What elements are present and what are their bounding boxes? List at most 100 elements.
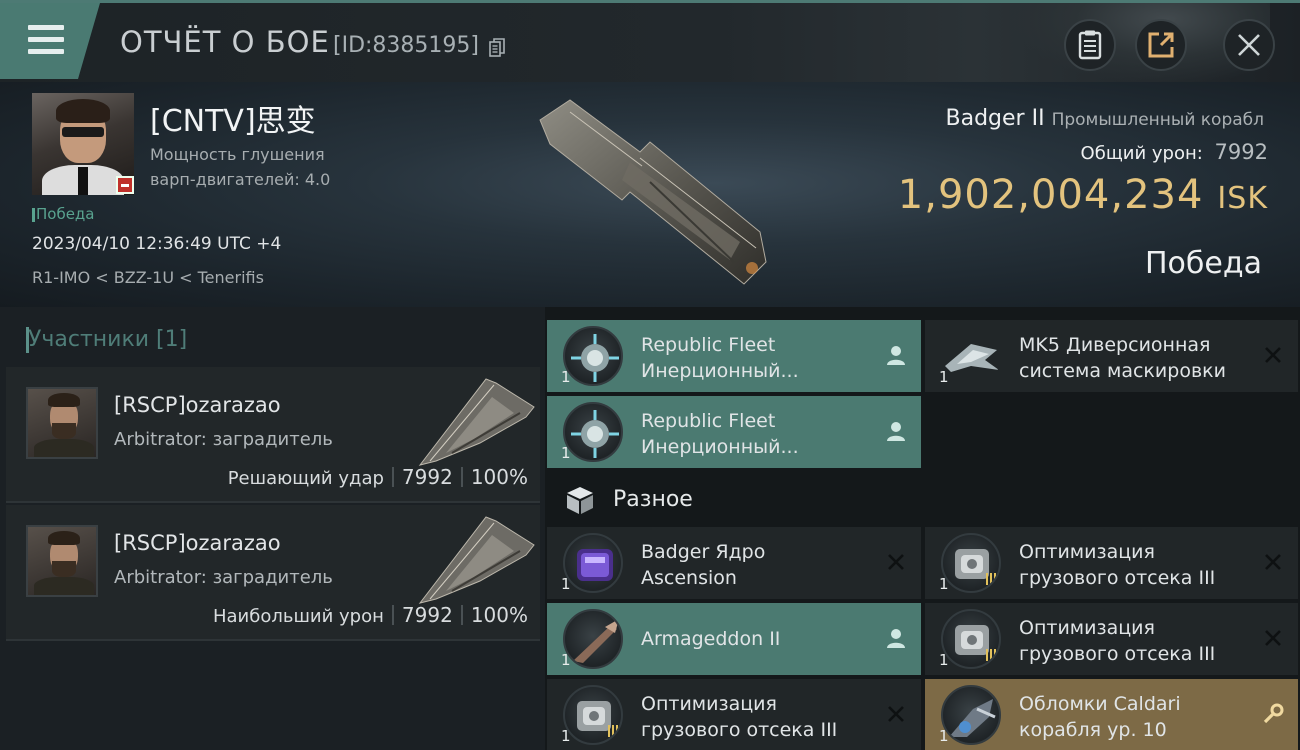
item-cargo-rig-2[interactable]: 1 Оптимизация грузового отсека III [925,603,1298,675]
victim-name[interactable]: [CNTV]思变 [150,96,316,140]
share-icon [1148,32,1174,58]
menu-button[interactable] [0,3,100,79]
victim-stat: Мощность глушения варп-двигателей: 4.0 [150,142,390,192]
person-icon [887,629,905,648]
item-cargo-rig-1[interactable]: 1 Оптимизация грузового отсека III [925,527,1298,599]
close-icon [1265,630,1281,646]
item-label-line1: Republic Fleet [641,334,776,356]
close-button[interactable] [1223,19,1275,71]
item-republic-fleet-1[interactable]: 1 Republic Fleet Инерционный... [547,320,921,392]
ship-class-text: Промышленный корабл [1051,110,1264,130]
close-icon [1265,554,1281,570]
item-label: Republic Fleet Инерционный... [641,332,799,384]
page-title: ОТЧЁТ О БОЕ [120,25,330,59]
item-label: Оптимизация грузового отсека III [641,691,837,743]
participant-percent: 100% [470,603,528,627]
item-label-line2: грузового отсека III [641,719,838,741]
item-quantity: 1 [561,444,571,462]
participant-stat-label: Решающий удар [227,468,384,489]
participant-avatar[interactable] [26,387,98,459]
item-label-line1: Republic Fleet [641,410,776,432]
item-label-line2: грузового отсека III [1019,643,1216,665]
salvage-icon [941,685,1001,745]
item-label-line1: Обломки Caldari [1019,693,1181,715]
inertial-stabilizer-icon [563,326,623,386]
participant-row[interactable]: [RSCP]ozarazao Arbitrator: заградитель Н… [6,505,540,641]
item-caldari-salvage[interactable]: 1 Обломки Caldari корабля ур. 10 [925,679,1298,750]
item-republic-fleet-2[interactable]: 1 Republic Fleet Инерционный... [547,396,921,468]
item-label: Republic Fleet Инерционный... [641,408,799,460]
item-quantity: 1 [939,727,949,745]
menu-icon [28,25,64,55]
participant-ship: Arbitrator: заградитель [114,567,333,588]
result-small: Победа [32,205,95,223]
item-label-line2: Инерционный... [641,436,799,458]
top-bar: ОТЧЁТ О БОЕ [ID:8385195] [0,0,1300,85]
participant-stat-label: Наибольший урон [212,606,384,627]
total-damage: Общий урон: 7992 [1081,140,1268,164]
participant-name: [RSCP]ozarazao [114,393,281,417]
core-crate-icon [563,533,623,593]
items-panel: 1 Republic Fleet Инерционный... 1 MK5 Ди… [545,307,1300,750]
item-label-line2: корабля ур. 10 [1019,719,1167,741]
cargo-rig-icon [941,533,1001,593]
item-label-line2: грузового отсека III [1019,567,1216,589]
wrench-icon [1263,703,1284,724]
clipboard-button[interactable] [1064,19,1116,71]
share-button[interactable] [1135,19,1187,71]
close-icon [888,554,904,570]
item-mk5-cloak[interactable]: 1 MK5 Диверсионная система маскировки [925,320,1298,392]
item-label-line2: система маскировки [1019,360,1226,382]
result-label: Победа [1145,246,1262,281]
participant-percent: 100% [470,465,528,489]
participants-title[interactable]: Участники [1] [25,327,187,353]
ship-name-text: Badger II [945,106,1045,131]
isk-value: 1,902,004,234 ISK [898,172,1268,218]
isk-amount: 1,902,004,234 [897,172,1204,218]
item-label: Оптимизация грузового отсека III [1019,539,1215,591]
kill-location[interactable]: R1-IMO < BZZ-1U < Tenerifis [32,268,264,287]
victim-ship-render [539,99,767,285]
item-label-line1: Оптимизация [641,693,777,715]
participant-name: [RSCP]ozarazao [114,531,281,555]
cloaking-device-icon [941,326,1001,386]
victim-stat-line1: Мощность глушения [150,145,325,164]
participant-avatar[interactable] [26,525,98,597]
copy-icon[interactable] [489,38,505,58]
item-label-line2: Ascension [641,567,737,589]
item-label: MK5 Диверсионная система маскировки [1019,332,1226,384]
close-icon [888,706,904,722]
item-cargo-rig-3[interactable]: 1 Оптимизация грузового отсека III [547,679,921,750]
item-label-line1: Badger Ядро [641,541,766,563]
total-damage-label: Общий урон: [1080,143,1203,164]
item-quantity: 1 [939,651,949,669]
total-damage-value: 7992 [1214,140,1268,164]
victim-ship-name[interactable]: Badger II Промышленный корабл [946,106,1265,131]
inertial-stabilizer-icon [563,402,623,462]
participant-stats: Наибольший урон 7992 100% [213,603,528,627]
item-label: Badger Ядро Ascension [641,539,765,591]
item-badger-core[interactable]: 1 Badger Ядро Ascension [547,527,921,599]
item-label-line1: MK5 Диверсионная [1019,334,1211,356]
item-label: Оптимизация грузового отсека III [1019,615,1215,667]
hostile-badge-icon [116,176,134,194]
item-label: Обломки Caldari корабля ур. 10 [1019,691,1181,743]
item-quantity: 1 [561,575,571,593]
item-label-line1: Оптимизация [1019,541,1155,563]
participant-damage: 7992 [401,603,453,627]
person-icon [887,422,905,441]
item-quantity: 1 [561,651,571,669]
item-label-line1: Оптимизация [1019,617,1155,639]
victim-stat-line2: варп-двигателей: 4.0 [150,170,331,189]
kill-summary-banner: [CNTV]思变 Мощность глушения варп-двигател… [0,82,1300,307]
close-icon [1238,34,1260,56]
item-quantity: 1 [561,727,571,745]
item-label: Armageddon II [641,628,781,650]
participant-row[interactable]: [RSCP]ozarazao Arbitrator: заградитель Р… [6,367,540,503]
item-quantity: 1 [561,368,571,386]
item-armageddon[interactable]: 1 Armageddon II [547,603,921,675]
participant-ship: Arbitrator: заградитель [114,429,333,450]
report-id: [ID:8385195] [333,33,479,58]
participant-ship-render [418,516,535,604]
item-quantity: 1 [939,368,949,386]
